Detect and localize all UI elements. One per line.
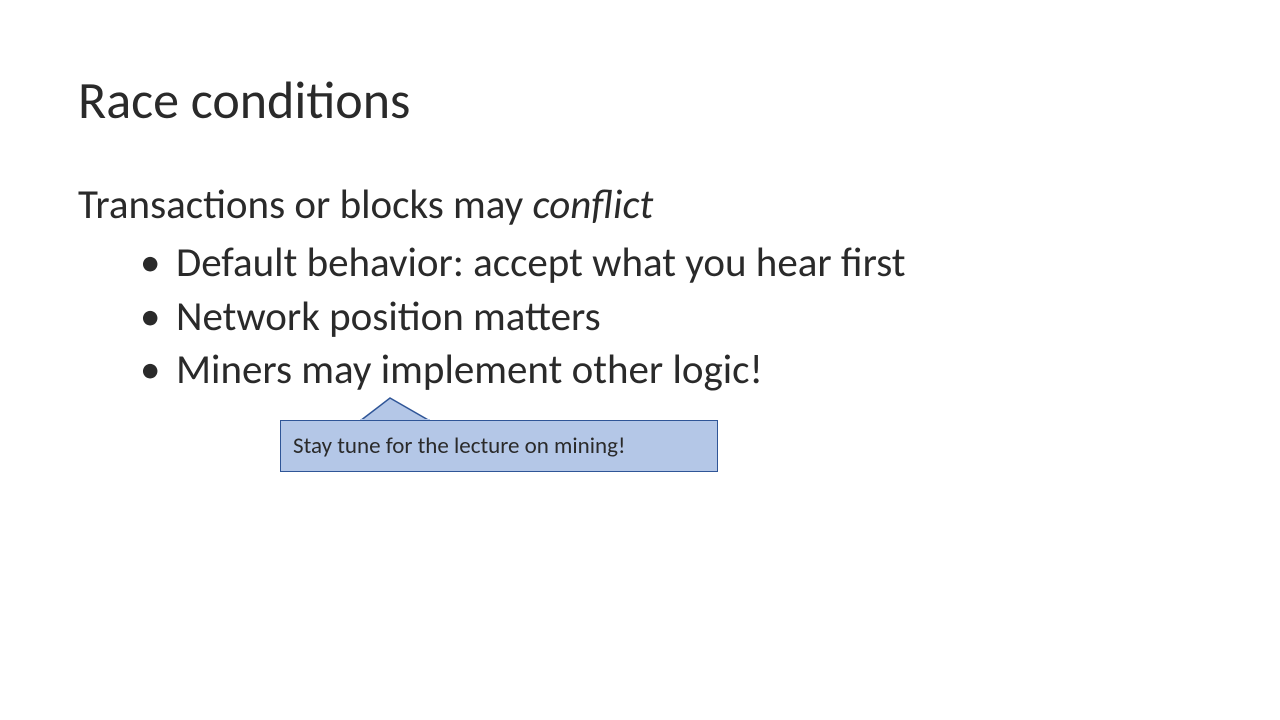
list-item: Miners may implement other logic!: [140, 344, 1220, 397]
lead-line: Transactions or blocks may conflict: [78, 180, 1220, 231]
list-item: Network position matters: [140, 291, 1220, 344]
callout-pointer-icon: [280, 396, 720, 422]
list-item: Default behavior: accept what you hear f…: [140, 237, 1220, 290]
slide-title: Race conditions: [78, 68, 410, 132]
bullet-list: Default behavior: accept what you hear f…: [140, 237, 1220, 397]
slide-body: Transactions or blocks may conflict Defa…: [78, 180, 1220, 397]
lead-emphasis: conflict: [533, 180, 654, 230]
lead-prefix: Transactions or blocks may: [78, 180, 533, 230]
callout: Stay tune for the lecture on mining!: [280, 396, 720, 472]
callout-text: Stay tune for the lecture on mining!: [293, 432, 625, 460]
callout-box: Stay tune for the lecture on mining!: [280, 420, 718, 472]
